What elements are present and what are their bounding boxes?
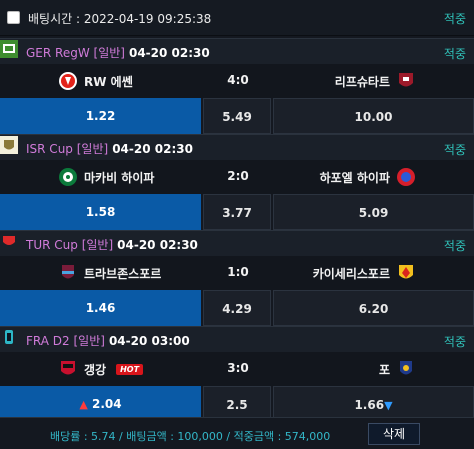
home-team-logo-icon — [59, 72, 77, 90]
odd-draw-button[interactable]: 3.77 — [203, 194, 271, 230]
home-team-logo-icon — [61, 361, 75, 375]
league-logo-icon — [0, 232, 18, 250]
bet-status-badge: 적중 — [443, 12, 466, 26]
odds-down-icon: ▼ — [384, 399, 393, 412]
match-status: 적중 — [443, 239, 466, 253]
away-team: 카이세리스포르 — [313, 263, 416, 283]
match-status: 적중 — [443, 143, 466, 157]
league-info: TUR Cup [일반] 04-20 02:30 — [26, 238, 198, 252]
delete-button[interactable]: 삭제 — [368, 423, 420, 445]
teams-row: RW 에쎈 4:0 리프슈타트 — [0, 64, 474, 98]
odd-draw-button[interactable]: 5.49 — [203, 98, 271, 134]
away-team-logo-icon — [399, 73, 413, 87]
odd-away-button[interactable]: 5.09 — [273, 194, 474, 230]
league-row: GER RegW [일반] 04-20 02:30 적중 — [0, 38, 474, 64]
league-info: ISR Cup [일반] 04-20 02:30 — [26, 142, 193, 156]
odd-away-button[interactable]: 6.20 — [273, 290, 474, 326]
hot-badge: HOT — [116, 363, 144, 375]
odd-draw-button[interactable]: 4.29 — [203, 290, 271, 326]
match-status: 적중 — [443, 47, 466, 61]
league-row: TUR Cup [일반] 04-20 02:30 적중 — [0, 230, 474, 256]
odds-row: 1.22 5.49 10.00 — [0, 98, 474, 134]
odd-away-button[interactable]: 10.00 — [273, 98, 474, 134]
odds-row: 1.58 3.77 5.09 — [0, 194, 474, 230]
home-team-logo-icon — [62, 265, 74, 279]
odds-row: 1.46 4.29 6.20 — [0, 290, 474, 326]
home-team: 마카비 하이파 — [58, 167, 154, 187]
bet-time: 배팅시간 : 2022-04-19 09:25:38 — [28, 12, 212, 26]
league-row: FRA D2 [일반] 04-20 03:00 적중 — [0, 326, 474, 352]
home-team: RW 에쎈 — [58, 71, 133, 91]
odd-home-button[interactable]: 1.46 — [0, 290, 201, 326]
odd-home-button[interactable]: 1.22 — [0, 98, 201, 134]
league-logo-icon — [0, 136, 18, 154]
league-row: ISR Cup [일반] 04-20 02:30 적중 — [0, 134, 474, 160]
match-score: 1:0 — [227, 265, 249, 279]
league-info: FRA D2 [일반] 04-20 03:00 — [26, 334, 190, 348]
teams-row: 마카비 하이파 2:0 하포엘 하이파 — [0, 160, 474, 194]
home-team: 트라브존스포르 — [58, 263, 161, 283]
league-info: GER RegW [일반] 04-20 02:30 — [26, 46, 210, 60]
home-team-logo-icon — [59, 168, 77, 186]
match-score: 4:0 — [227, 73, 249, 87]
teams-row: 트라브존스포르 1:0 카이세리스포르 — [0, 256, 474, 290]
league-logo-icon — [0, 328, 18, 346]
league-logo-icon — [0, 40, 18, 58]
select-checkbox[interactable] — [7, 11, 20, 24]
away-team-logo-icon — [399, 265, 413, 279]
away-team: 하포엘 하이파 — [320, 167, 416, 187]
teams-row: 갱강 HOT 3:0 포 — [0, 352, 474, 386]
away-team: 포 — [379, 359, 416, 379]
home-team: 갱강 HOT — [58, 359, 144, 379]
bet-slip-header: 배팅시간 : 2022-04-19 09:25:38 적중 — [0, 0, 474, 36]
bet-summary: 배당률 : 5.74 / 배팅금액 : 100,000 / 적중금액 : 574… — [50, 430, 331, 443]
odds-up-icon: ▲ — [79, 398, 88, 411]
away-team: 리프슈타트 — [335, 71, 416, 91]
match-status: 적중 — [443, 335, 466, 349]
away-team-logo-icon — [400, 361, 412, 375]
match-score: 3:0 — [227, 361, 249, 375]
bet-summary-footer: 배당률 : 5.74 / 배팅금액 : 100,000 / 적중금액 : 574… — [0, 417, 474, 449]
match-score: 2:0 — [227, 169, 249, 183]
odd-home-button[interactable]: 1.58 — [0, 194, 201, 230]
away-team-logo-icon — [397, 168, 415, 186]
